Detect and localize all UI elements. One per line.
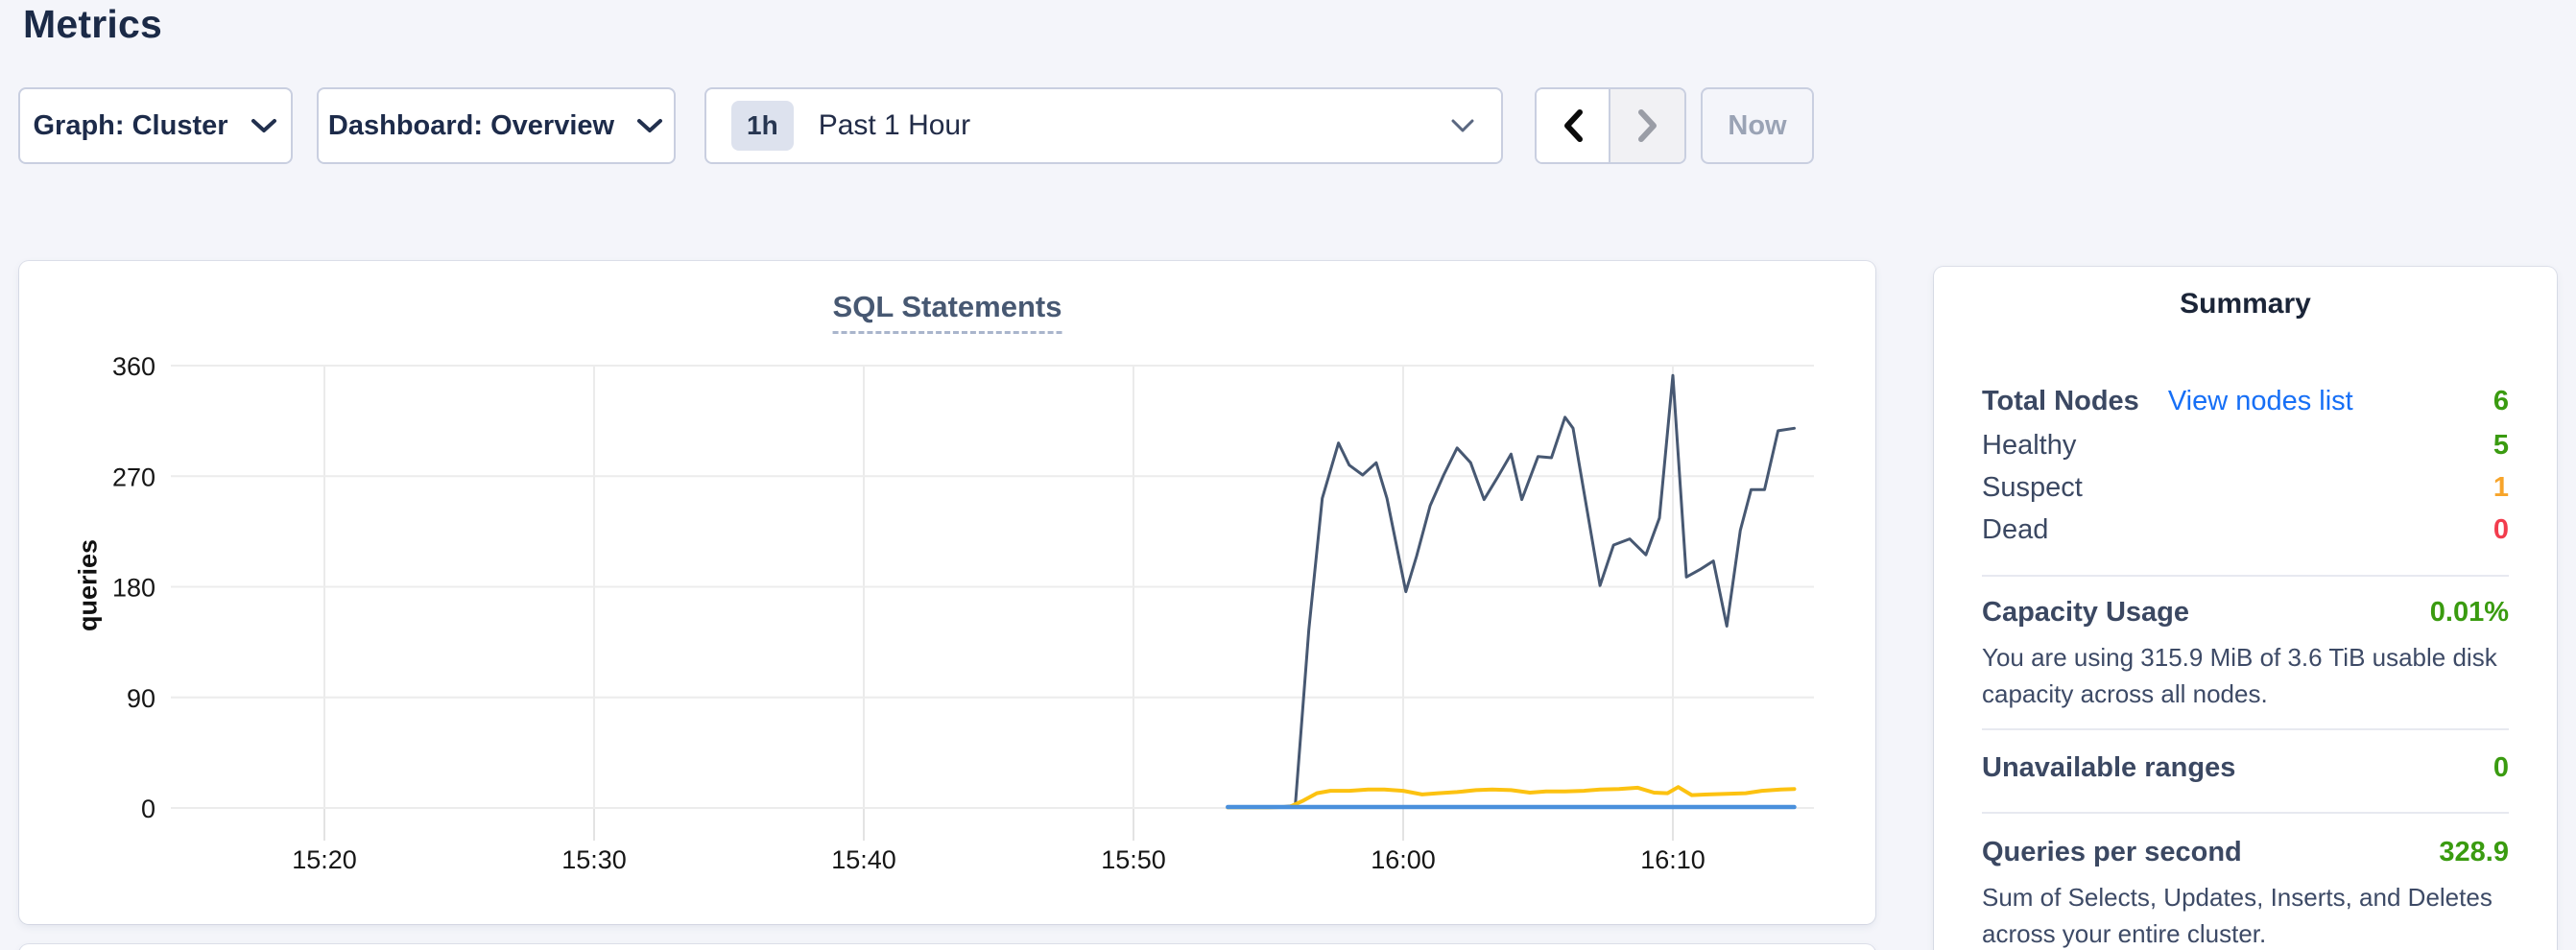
capacity-usage-description: You are using 315.9 MiB of 3.6 TiB usabl… (1982, 639, 2515, 712)
view-nodes-list-link[interactable]: View nodes list (2168, 386, 2493, 417)
unavailable-ranges-row: Unavailable ranges 0 (1982, 752, 2509, 784)
now-button[interactable]: Now (1701, 87, 1814, 164)
svg-text:16:10: 16:10 (1640, 845, 1705, 874)
sql-statements-card: SQL Statements queries 15:2015:3015:4015… (19, 261, 1875, 924)
chevron-down-icon (250, 117, 278, 134)
now-button-label: Now (1728, 110, 1786, 142)
suspect-label: Suspect (1982, 472, 2083, 504)
queries-per-second-value: 328.9 (2439, 837, 2509, 868)
unavailable-ranges-value: 0 (2493, 752, 2509, 784)
queries-per-second-label: Queries per second (1982, 837, 2242, 868)
queries-per-second-row: Queries per second 328.9 (1982, 837, 2509, 868)
capacity-usage-value: 0.01% (2430, 597, 2509, 629)
svg-text:180: 180 (112, 574, 155, 603)
healthy-value: 5 (2493, 430, 2509, 462)
yellow-series (1228, 787, 1794, 807)
chevron-down-icon (1449, 117, 1476, 134)
divider (1982, 728, 2509, 730)
healthy-label: Healthy (1982, 430, 2076, 462)
total-nodes-row: Total Nodes View nodes list 6 (1982, 386, 2509, 417)
suspect-value: 1 (2493, 472, 2509, 504)
dead-label: Dead (1982, 514, 2048, 546)
svg-text:16:00: 16:00 (1371, 845, 1436, 874)
total-nodes-label: Total Nodes (1982, 386, 2139, 417)
svg-text:15:20: 15:20 (292, 845, 357, 874)
time-step-buttons (1535, 87, 1686, 164)
unavailable-ranges-label: Unavailable ranges (1982, 752, 2235, 784)
previous-time-button[interactable] (1537, 89, 1610, 162)
summary-title: Summary (1934, 288, 2557, 321)
dashboard-dropdown[interactable]: Dashboard: Overview (317, 87, 676, 164)
capacity-usage-label: Capacity Usage (1982, 597, 2189, 629)
queries-per-second-description: Sum of Selects, Updates, Inserts, and De… (1982, 879, 2515, 950)
capacity-usage-row: Capacity Usage 0.01% (1982, 597, 2509, 629)
chevron-right-icon (1636, 108, 1659, 143)
time-range-label: Past 1 Hour (819, 109, 1449, 142)
svg-text:15:50: 15:50 (1101, 845, 1166, 874)
svg-text:15:40: 15:40 (831, 845, 896, 874)
total-nodes-value: 6 (2493, 386, 2509, 417)
chevron-down-icon (635, 117, 664, 134)
graph-dropdown-label: Graph: Cluster (33, 110, 227, 142)
divider (1982, 812, 2509, 814)
suspect-nodes-row: Suspect 1 (1982, 472, 2509, 504)
dark-slate-series (1228, 375, 1794, 807)
healthy-nodes-row: Healthy 5 (1982, 430, 2509, 462)
summary-panel: Summary Total Nodes View nodes list 6 He… (1934, 267, 2557, 950)
svg-text:15:30: 15:30 (561, 845, 627, 874)
chevron-left-icon (1562, 108, 1585, 143)
dead-nodes-row: Dead 0 (1982, 514, 2509, 546)
next-time-button[interactable] (1610, 89, 1684, 162)
graph-dropdown[interactable]: Graph: Cluster (18, 87, 293, 164)
page-title: Metrics (23, 2, 162, 47)
time-range-badge: 1h (731, 101, 794, 151)
time-range-picker[interactable]: 1h Past 1 Hour (704, 87, 1503, 164)
svg-text:360: 360 (112, 352, 155, 381)
next-chart-card (19, 944, 1875, 950)
divider (1982, 575, 2509, 577)
dead-value: 0 (2493, 514, 2509, 546)
sql-statements-chart[interactable]: 15:20 15:30 15:40 15:50 16:00 16:10 0 90 180 270 3… (19, 261, 1875, 924)
svg-text:0: 0 (141, 795, 155, 823)
svg-text:270: 270 (112, 463, 155, 491)
svg-text:90: 90 (127, 684, 155, 713)
dashboard-dropdown-label: Dashboard: Overview (328, 110, 614, 142)
